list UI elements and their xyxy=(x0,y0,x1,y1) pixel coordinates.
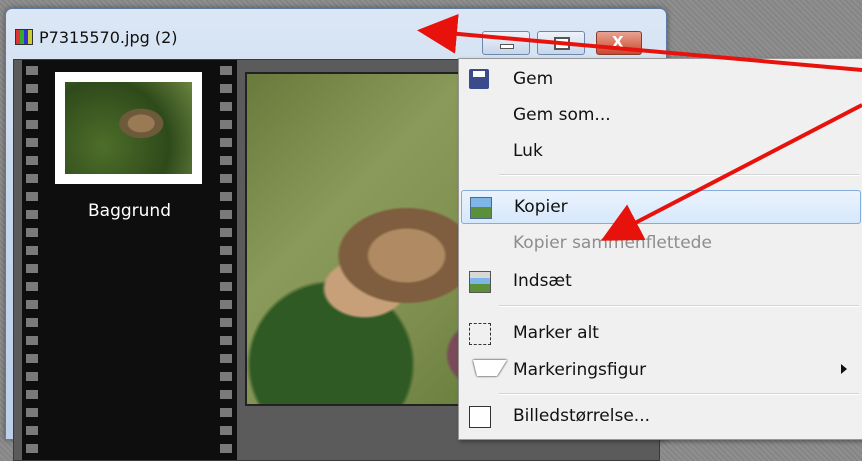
paste-image-icon xyxy=(469,271,491,293)
menu-separator xyxy=(499,174,859,176)
minimize-button[interactable] xyxy=(482,31,530,55)
menu-separator xyxy=(499,305,859,307)
menu-item-label: Luk xyxy=(513,141,543,161)
copy-image-icon xyxy=(470,197,492,219)
menu-item-label: Kopier xyxy=(514,197,568,217)
film-perforation xyxy=(220,60,232,460)
menu-item-copy-merged[interactable]: Kopier sammenflettede xyxy=(461,227,861,259)
menu-item-label: Kopier sammenflettede xyxy=(513,233,712,253)
menu-item-paste[interactable]: Indsæt xyxy=(461,265,861,297)
menu-item-save-as[interactable]: Gem som... xyxy=(461,99,861,131)
menu-item-label: Billedstørrelse... xyxy=(513,406,651,426)
select-all-icon xyxy=(469,323,491,345)
menu-item-select-all[interactable]: Marker alt xyxy=(461,317,861,349)
close-button[interactable]: X xyxy=(596,31,642,55)
close-icon: X xyxy=(612,33,624,51)
submenu-arrow-icon xyxy=(841,364,847,374)
resize-icon xyxy=(469,406,491,428)
menu-item-image-size[interactable]: Billedstørrelse... xyxy=(461,400,861,432)
image-file-icon xyxy=(15,29,33,45)
maximize-button[interactable] xyxy=(537,31,585,55)
menu-item-label: Marker alt xyxy=(513,323,599,343)
layer-filmstrip: Baggrund xyxy=(22,60,237,460)
window-title: P7315570.jpg (2) xyxy=(39,28,178,47)
menu-item-save[interactable]: Gem xyxy=(461,63,861,95)
menu-item-label: Indsæt xyxy=(513,271,572,291)
title-bar[interactable]: P7315570.jpg (2) X xyxy=(6,9,666,59)
menu-separator xyxy=(499,393,859,395)
film-perforation xyxy=(26,60,38,460)
save-icon xyxy=(469,69,489,89)
cursor-icon xyxy=(473,360,507,396)
menu-item-close[interactable]: Luk xyxy=(461,135,861,167)
menu-item-selection-shape[interactable]: Markeringsfigur xyxy=(461,354,861,386)
menu-item-copy[interactable]: Kopier xyxy=(461,190,861,224)
layer-thumbnail[interactable] xyxy=(55,72,202,184)
menu-item-label: Gem xyxy=(513,69,554,89)
layer-name: Baggrund xyxy=(88,201,171,221)
menu-item-label: Gem som... xyxy=(513,105,611,125)
menu-item-label: Markeringsfigur xyxy=(513,360,647,380)
butterfly-thumbnail-image xyxy=(65,82,192,174)
context-menu: Gem Gem som... Luk Kopier Kopier sammenf… xyxy=(458,58,862,440)
